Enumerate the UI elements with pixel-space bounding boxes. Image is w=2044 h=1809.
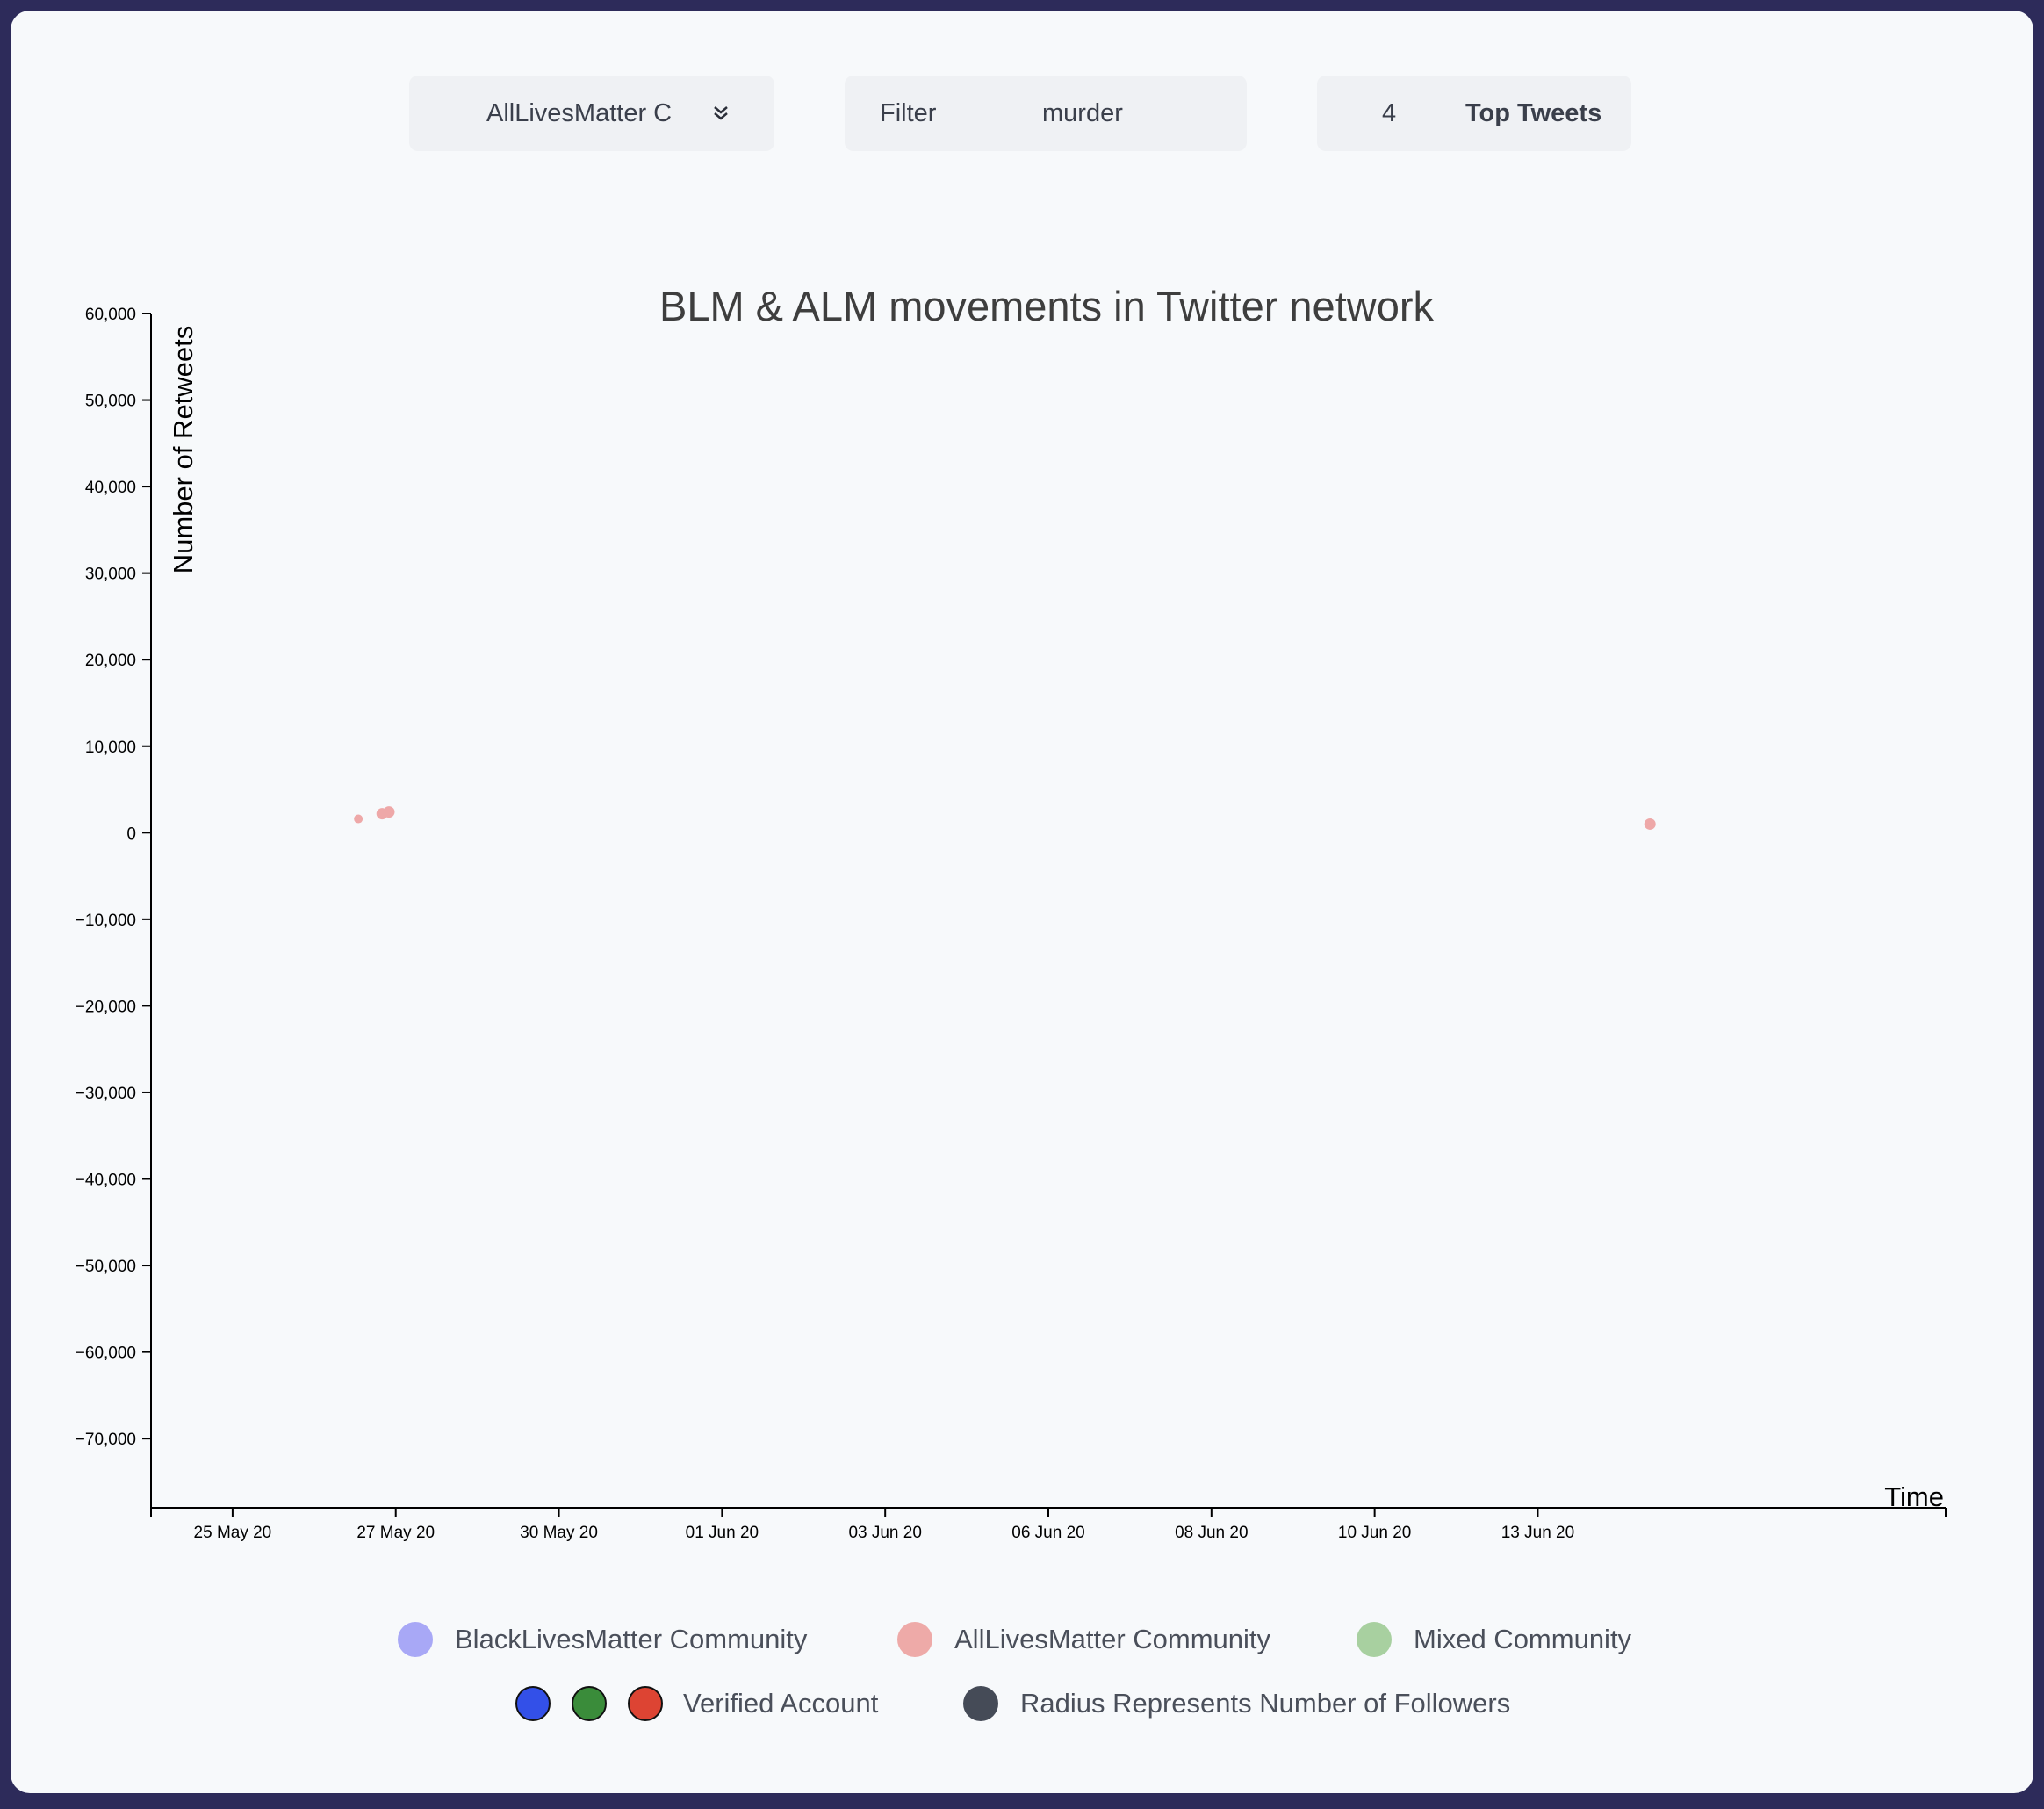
chart-title: BLM & ALM movements in Twitter network [659, 283, 1435, 329]
legend-label-mixed: Mixed Community [1414, 1624, 1632, 1654]
x-tick-label: 27 May 20 [356, 1524, 435, 1542]
x-tick-label: 10 Jun 20 [1338, 1524, 1411, 1542]
y-tick-label: 60,000 [85, 306, 136, 324]
legend-label-blm: BlackLivesMatter Community [455, 1624, 808, 1654]
y-tick-label: −20,000 [76, 998, 136, 1016]
legend-markers: Verified Account Radius Represents Numbe… [11, 1677, 2033, 1730]
y-tick-label: −60,000 [76, 1344, 136, 1363]
x-tick-label: 25 May 20 [194, 1524, 272, 1542]
y-tick-label: −40,000 [76, 1171, 136, 1190]
main-card: AllLivesMatter C Filter murder 4 Top Twe… [11, 11, 2033, 1793]
y-axis-label: Number of Retweets [168, 326, 198, 574]
scatter-chart: BLM & ALM movements in Twitter network 6… [76, 283, 1947, 1542]
data-point[interactable] [1644, 818, 1656, 830]
y-tick-label: 40,000 [85, 479, 136, 497]
legend-label-alm: AllLivesMatter Community [954, 1624, 1271, 1654]
y-tick-label: 30,000 [85, 566, 136, 584]
y-axis: 60,000 50,000 40,000 30,000 20,000 10,000 0 −10… [76, 306, 152, 1508]
legend-swatch-radius [963, 1686, 998, 1721]
legend-label-radius: Radius Represents Number of Followers [1020, 1688, 1511, 1719]
x-axis: 25 May 20 27 May 20 30 May 20 01 Jun 20 03 J… [150, 1507, 1947, 1542]
data-point[interactable] [383, 806, 395, 818]
x-tick-label: 08 Jun 20 [1175, 1524, 1248, 1542]
x-tick-label: 03 Jun 20 [848, 1524, 921, 1542]
legend-swatch-verified-alm [628, 1686, 663, 1721]
legend-swatch-mixed [1357, 1622, 1392, 1657]
data-points [354, 806, 1656, 830]
x-tick-label: 06 Jun 20 [1011, 1524, 1084, 1542]
y-tick-label: −10,000 [76, 912, 136, 930]
legend-swatch-alm [897, 1622, 932, 1657]
y-tick-label: 50,000 [85, 393, 136, 411]
legend-label-verified: Verified Account [683, 1688, 879, 1719]
legend-swatch-verified-mixed [572, 1686, 607, 1721]
y-tick-label: −30,000 [76, 1085, 136, 1103]
y-tick-label: 10,000 [85, 739, 136, 757]
y-tick-label: −70,000 [76, 1431, 136, 1449]
x-axis-label: Time [1884, 1481, 1944, 1512]
legend-swatch-verified-blm [515, 1686, 551, 1721]
y-tick-label: 20,000 [85, 652, 136, 670]
x-tick-label: 01 Jun 20 [686, 1524, 759, 1542]
data-point[interactable] [354, 814, 363, 824]
legend-communities: BlackLivesMatter Community AllLivesMatte… [11, 1613, 2033, 1666]
y-tick-label: 0 [126, 825, 136, 843]
y-tick-label: −50,000 [76, 1258, 136, 1276]
legend-swatch-blm [398, 1622, 433, 1657]
x-tick-label: 13 Jun 20 [1501, 1524, 1574, 1542]
x-tick-label: 30 May 20 [520, 1524, 598, 1542]
